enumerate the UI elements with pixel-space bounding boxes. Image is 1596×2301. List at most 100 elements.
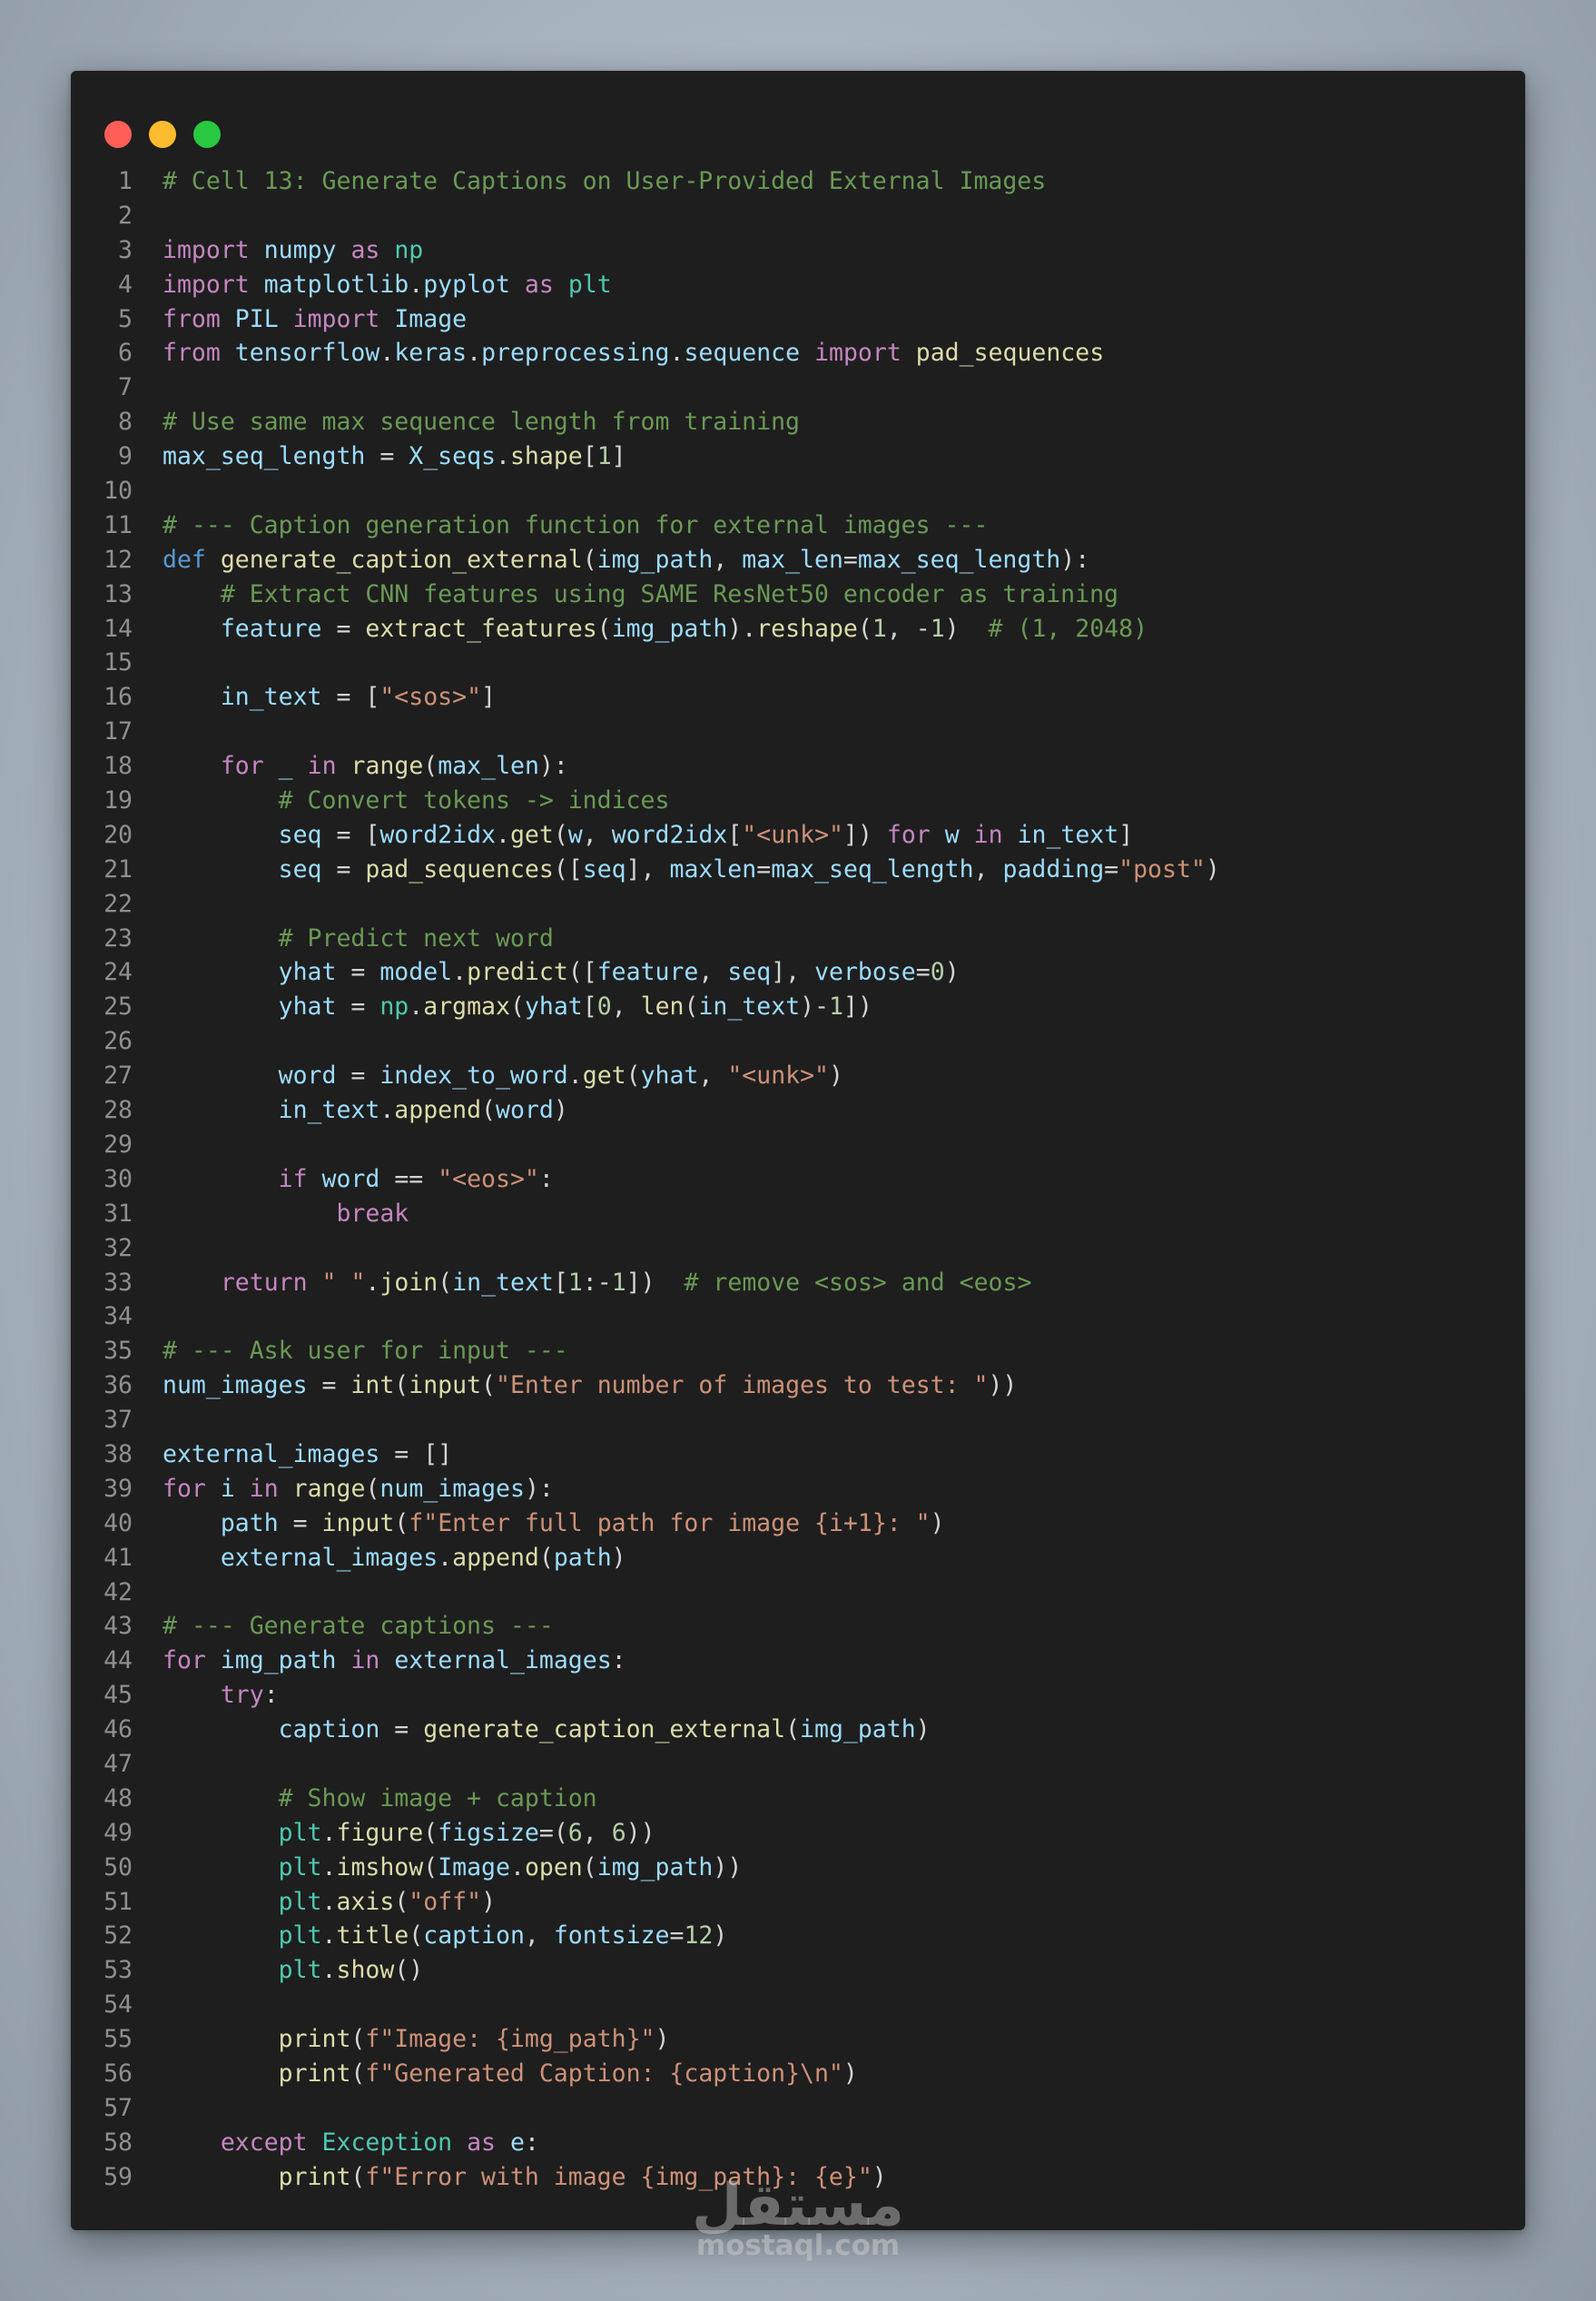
line-number: 20 bbox=[103, 820, 133, 849]
code-line: 42 bbox=[71, 1575, 1525, 1610]
code-line: 16 in_text = ["<sos>"] bbox=[71, 680, 1525, 715]
code-line: 21 seq = pad_sequences([seq], maxlen=max… bbox=[71, 853, 1525, 887]
line-number: 56 bbox=[103, 2059, 133, 2088]
code-text: # Use same max sequence length from trai… bbox=[163, 408, 800, 437]
code-line: 49 plt.figure(figsize=(6, 6)) bbox=[71, 1816, 1525, 1851]
line-number: 24 bbox=[103, 958, 133, 987]
code-text: # --- Caption generation function for ex… bbox=[163, 510, 989, 539]
code-line: 48 # Show image + caption bbox=[71, 1782, 1525, 1816]
code-text: # Extract CNN features using SAME ResNet… bbox=[220, 579, 1118, 608]
code-line: 4 import matplotlib.pyplot as plt bbox=[71, 268, 1525, 302]
line-number: 29 bbox=[103, 1130, 133, 1159]
line-number: 9 bbox=[118, 442, 133, 471]
code-text: for _ in range(max_len): bbox=[220, 752, 568, 781]
code-line: 7 bbox=[71, 370, 1525, 405]
line-number: 51 bbox=[103, 1887, 133, 1916]
code-text: word = index_to_word.get(yhat, "<unk>") bbox=[278, 1062, 843, 1091]
code-line: 58 except Exception as e: bbox=[71, 2126, 1525, 2160]
code-text: # --- Generate captions --- bbox=[163, 1612, 554, 1641]
code-text: num_images = int(input("Enter number of … bbox=[163, 1371, 1018, 1400]
code-line: 15 bbox=[71, 646, 1525, 680]
line-number: 55 bbox=[103, 2025, 133, 2054]
code-line: 33 return " ".join(in_text[1:-1]) # remo… bbox=[71, 1266, 1525, 1300]
line-number: 6 bbox=[118, 339, 133, 368]
code-text: print(f"Image: {img_path}") bbox=[278, 2025, 670, 2054]
line-number: 52 bbox=[103, 1921, 133, 1950]
line-number: 25 bbox=[103, 992, 133, 1022]
line-number: 47 bbox=[103, 1749, 133, 1778]
line-number: 44 bbox=[103, 1646, 133, 1675]
code-line: 14 feature = extract_features(img_path).… bbox=[71, 612, 1525, 647]
line-number: 57 bbox=[103, 2093, 133, 2122]
code-line: 44 for img_path in external_images: bbox=[71, 1644, 1525, 1678]
line-number: 40 bbox=[103, 1508, 133, 1537]
line-number: 36 bbox=[103, 1371, 133, 1400]
code-line: 36 num_images = int(input("Enter number o… bbox=[71, 1368, 1525, 1403]
code-text: seq = pad_sequences([seq], maxlen=max_se… bbox=[278, 854, 1220, 884]
code-line: 28 in_text.append(word) bbox=[71, 1093, 1525, 1128]
code-line: 41 external_images.append(path) bbox=[71, 1541, 1525, 1575]
code-line: 22 bbox=[71, 887, 1525, 922]
code-line: 39 for i in range(num_images): bbox=[71, 1472, 1525, 1506]
code-line: 40 path = input(f"Enter full path for im… bbox=[71, 1506, 1525, 1541]
line-number: 26 bbox=[103, 1027, 133, 1056]
code-text: try: bbox=[220, 1681, 279, 1710]
code-line: 3 import numpy as np bbox=[71, 233, 1525, 268]
line-number: 27 bbox=[103, 1062, 133, 1091]
close-icon[interactable] bbox=[104, 121, 132, 148]
line-number: 32 bbox=[103, 1233, 133, 1262]
line-number: 19 bbox=[103, 786, 133, 815]
code-text: if word == "<eos>": bbox=[278, 1164, 554, 1193]
line-number: 12 bbox=[103, 545, 133, 574]
code-line: 35 # --- Ask user for input --- bbox=[71, 1334, 1525, 1368]
code-line: 51 plt.axis("off") bbox=[71, 1885, 1525, 1920]
line-number: 7 bbox=[118, 373, 133, 402]
code-line: 57 bbox=[71, 2091, 1525, 2126]
code-text: feature = extract_features(img_path).res… bbox=[220, 614, 1148, 643]
code-text: return " ".join(in_text[1:-1]) # remove … bbox=[220, 1268, 1032, 1297]
code-line: 50 plt.imshow(Image.open(img_path)) bbox=[71, 1851, 1525, 1885]
code-line: 34 bbox=[71, 1299, 1525, 1334]
maximize-icon[interactable] bbox=[193, 121, 221, 148]
line-number: 49 bbox=[103, 1818, 133, 1847]
code-text: # Cell 13: Generate Captions on User-Pro… bbox=[163, 167, 1047, 195]
code-text: plt.axis("off") bbox=[278, 1887, 497, 1916]
minimize-icon[interactable] bbox=[149, 121, 176, 148]
code-text: from tensorflow.keras.preprocessing.sequ… bbox=[163, 339, 1105, 368]
code-line: 53 plt.show() bbox=[71, 1953, 1525, 1988]
code-text: in_text.append(word) bbox=[278, 1096, 568, 1125]
code-line: 30 if word == "<eos>": bbox=[71, 1162, 1525, 1197]
line-number: 48 bbox=[103, 1783, 133, 1812]
line-number: 37 bbox=[103, 1406, 133, 1435]
line-number: 16 bbox=[103, 683, 133, 712]
line-number: 5 bbox=[118, 304, 133, 333]
line-number: 10 bbox=[103, 477, 133, 506]
code-text: yhat = model.predict([feature, seq], ver… bbox=[278, 958, 960, 987]
code-text: for img_path in external_images: bbox=[163, 1646, 626, 1675]
watermark-url: mostaql.com bbox=[695, 2229, 901, 2262]
line-number: 43 bbox=[103, 1612, 133, 1641]
code-text: external_images.append(path) bbox=[220, 1543, 626, 1572]
code-line: 23 # Predict next word bbox=[71, 922, 1525, 956]
code-line: 26 bbox=[71, 1024, 1525, 1059]
code-line: 17 bbox=[71, 715, 1525, 749]
code-line: 47 bbox=[71, 1747, 1525, 1782]
code-line: 25 yhat = np.argmax(yhat[0, len(in_text)… bbox=[71, 990, 1525, 1024]
line-number: 28 bbox=[103, 1096, 133, 1125]
code-text: caption = generate_caption_external(img_… bbox=[278, 1715, 931, 1744]
line-number: 15 bbox=[103, 648, 133, 677]
line-number: 33 bbox=[103, 1268, 133, 1297]
code-text: print(f"Generated Caption: {caption}\n") bbox=[278, 2059, 858, 2088]
code-line: 12 def generate_caption_external(img_path… bbox=[71, 543, 1525, 578]
line-number: 4 bbox=[118, 270, 133, 299]
code-line: 24 yhat = model.predict([feature, seq], … bbox=[71, 955, 1525, 990]
code-line: 19 # Convert tokens -> indices bbox=[71, 784, 1525, 818]
line-number: 30 bbox=[103, 1164, 133, 1193]
line-number: 50 bbox=[103, 1852, 133, 1881]
code-line: 5 from PIL import Image bbox=[71, 302, 1525, 337]
code-text: plt.imshow(Image.open(img_path)) bbox=[278, 1852, 743, 1881]
line-number: 42 bbox=[103, 1577, 133, 1606]
code-line: 43 # --- Generate captions --- bbox=[71, 1609, 1525, 1644]
line-number: 8 bbox=[118, 408, 133, 437]
code-line: 55 print(f"Image: {img_path}") bbox=[71, 2022, 1525, 2057]
